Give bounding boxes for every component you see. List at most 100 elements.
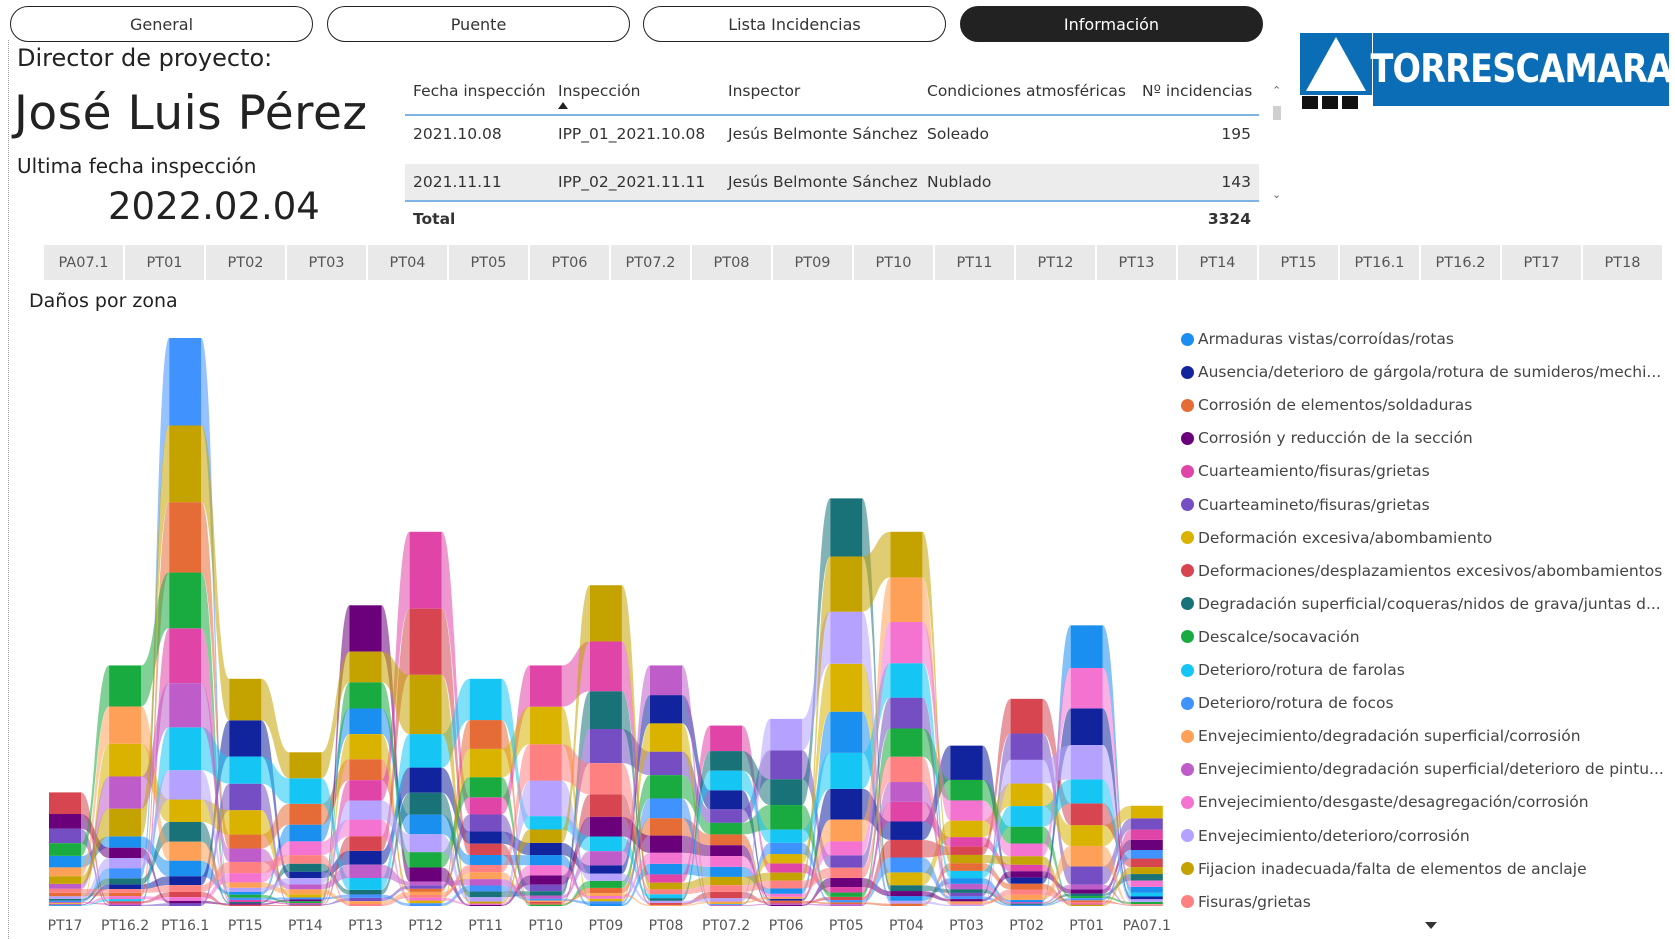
column-segment[interactable] — [770, 750, 803, 780]
column-segment[interactable] — [109, 884, 142, 890]
column-segment[interactable] — [589, 873, 622, 881]
column-segment[interactable] — [409, 792, 442, 815]
column-segment[interactable] — [890, 663, 923, 698]
column-segment[interactable] — [1010, 877, 1043, 884]
column-segment[interactable] — [770, 872, 803, 881]
column-segment[interactable] — [529, 904, 562, 906]
column-segment[interactable] — [770, 805, 803, 830]
column-segment[interactable] — [890, 896, 923, 901]
column-segment[interactable] — [469, 831, 502, 844]
column-segment[interactable] — [710, 856, 743, 867]
legend-item[interactable]: Corrosión de elementos/soldaduras — [1181, 392, 1671, 418]
column-segment[interactable] — [650, 902, 682, 905]
column-segment[interactable] — [770, 718, 803, 751]
column-segment[interactable] — [469, 843, 502, 855]
column-segment[interactable] — [409, 814, 442, 835]
column-segment[interactable] — [469, 854, 502, 865]
column-segment[interactable] — [589, 887, 622, 894]
column-segment[interactable] — [169, 903, 202, 906]
column-segment[interactable] — [589, 901, 622, 904]
column-segment[interactable] — [289, 903, 322, 905]
column-segment[interactable] — [289, 899, 322, 902]
column-segment[interactable] — [650, 889, 682, 895]
column-segment[interactable] — [650, 898, 682, 901]
column-segment[interactable] — [409, 608, 442, 675]
column-segment[interactable] — [1010, 856, 1043, 865]
column-segment[interactable] — [409, 897, 442, 901]
column-segment[interactable] — [950, 745, 983, 780]
column-segment[interactable] — [229, 848, 262, 862]
column-segment[interactable] — [229, 899, 262, 902]
column-segment[interactable] — [890, 903, 923, 906]
column-segment[interactable] — [529, 900, 562, 903]
column-segment[interactable] — [950, 863, 983, 871]
column-segment[interactable] — [49, 900, 81, 903]
column-segment[interactable] — [770, 904, 803, 906]
column-segment[interactable] — [349, 878, 382, 890]
column-segment[interactable] — [229, 897, 262, 900]
column-segment[interactable] — [830, 900, 863, 903]
column-segment[interactable] — [589, 816, 622, 837]
column-segment[interactable] — [890, 872, 923, 886]
column-segment[interactable] — [169, 683, 202, 728]
column-segment[interactable] — [830, 892, 863, 897]
column-segment[interactable] — [529, 706, 562, 745]
column-segment[interactable] — [49, 903, 81, 905]
legend-item[interactable]: Fisuras/grietas — [1181, 889, 1671, 915]
column-segment[interactable] — [710, 845, 743, 857]
column-segment[interactable] — [109, 896, 142, 900]
column-segment[interactable] — [1070, 625, 1103, 669]
column-segment[interactable] — [1130, 850, 1163, 859]
column-segment[interactable] — [589, 893, 622, 897]
column-segment[interactable] — [770, 896, 803, 899]
column-segment[interactable] — [830, 887, 863, 893]
column-segment[interactable] — [710, 866, 743, 877]
column-segment[interactable] — [49, 902, 81, 904]
column-segment[interactable] — [349, 901, 382, 905]
column-segment[interactable] — [650, 665, 682, 696]
column-segment[interactable] — [229, 894, 262, 898]
column-segment[interactable] — [650, 723, 682, 752]
column-segment[interactable] — [169, 876, 202, 886]
column-segment[interactable] — [830, 904, 863, 906]
legend-item[interactable]: Fijacion inadecuada/falta de elementos d… — [1181, 856, 1671, 882]
column-segment[interactable] — [169, 727, 202, 771]
column-segment[interactable] — [229, 904, 262, 906]
column-segment[interactable] — [589, 691, 622, 729]
column-segment[interactable] — [349, 651, 382, 683]
column-segment[interactable] — [469, 903, 502, 905]
column-segment[interactable] — [650, 863, 682, 875]
column-segment[interactable] — [1070, 893, 1103, 897]
column-segment[interactable] — [1010, 871, 1043, 878]
column-segment[interactable] — [49, 876, 81, 884]
column-segment[interactable] — [529, 842, 562, 856]
column-segment[interactable] — [1130, 858, 1163, 868]
zone-chip-pt17[interactable]: PT17 — [1502, 245, 1581, 280]
column-segment[interactable] — [49, 867, 81, 877]
column-segment[interactable] — [890, 857, 923, 873]
zone-chip-pt16-1[interactable]: PT16.1 — [1340, 245, 1419, 280]
column-segment[interactable] — [589, 728, 622, 764]
column-segment[interactable] — [710, 885, 743, 892]
column-segment[interactable] — [1010, 864, 1043, 872]
legend-item[interactable]: Envejecimiento/degradación superficial/d… — [1181, 756, 1671, 782]
zone-chip-pt18[interactable]: PT18 — [1583, 245, 1662, 280]
column-segment[interactable] — [890, 697, 923, 729]
column-segment[interactable] — [169, 900, 202, 904]
chevron-up-icon[interactable]: ⌃ — [1272, 84, 1281, 97]
column-segment[interactable] — [1070, 745, 1103, 780]
column-segment[interactable] — [229, 887, 262, 892]
column-segment[interactable] — [289, 752, 322, 779]
column-segment[interactable] — [589, 836, 622, 852]
column-segment[interactable] — [289, 855, 322, 864]
column-segment[interactable] — [770, 842, 803, 855]
column-segment[interactable] — [109, 903, 142, 905]
column-segment[interactable] — [950, 820, 983, 838]
legend-item[interactable]: Deformación excesiva/abombamiento — [1181, 525, 1671, 551]
column-segment[interactable] — [529, 865, 562, 876]
column-segment[interactable] — [529, 816, 562, 830]
column-segment[interactable] — [710, 751, 743, 771]
column-segment[interactable] — [409, 903, 442, 906]
column-segment[interactable] — [650, 900, 682, 903]
column-segment[interactable] — [49, 843, 81, 856]
